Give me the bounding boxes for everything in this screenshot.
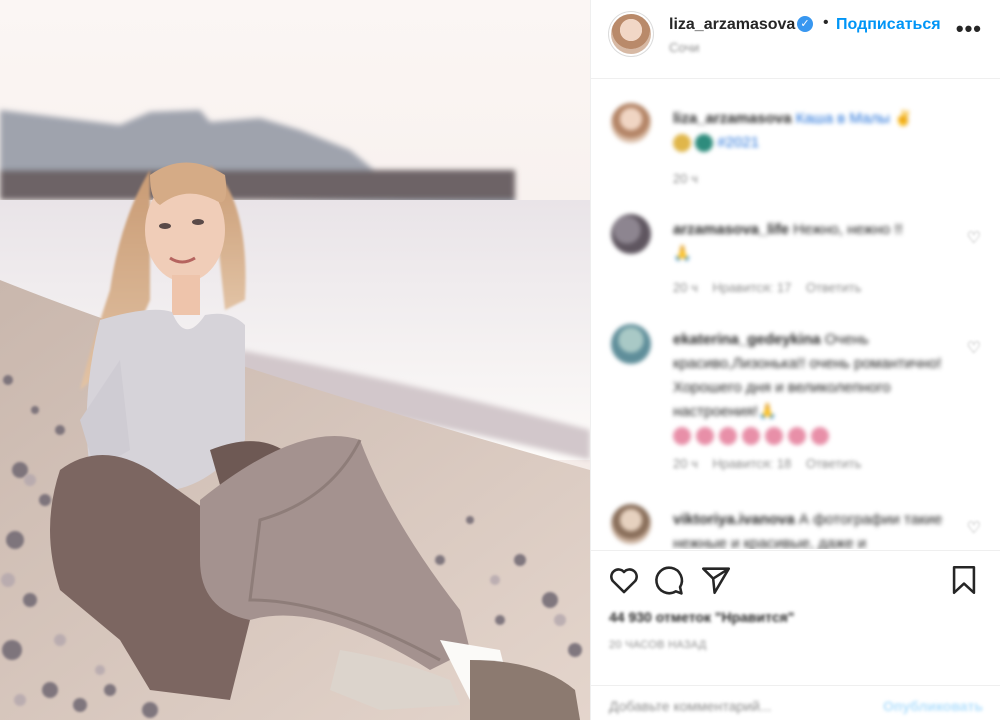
- comment-heart-icon[interactable]: ♡: [967, 228, 981, 248]
- post-header: liza_arzamasova ✓ • Подписаться Сочи •••: [591, 0, 1000, 79]
- comment-body: Каша в Малы ✌: [791, 110, 913, 127]
- comment-text: arzamasova_life Нежно, нежно !! 🙏: [673, 218, 953, 266]
- comment-username[interactable]: viktoriya.ivanova: [673, 511, 795, 528]
- share-icon[interactable]: [699, 563, 733, 597]
- comment-text: ekaterina_gedeykina Очень красиво,Лизонь…: [673, 328, 953, 448]
- comment-time: 20 ч: [673, 280, 698, 295]
- comment-body-line2: 🙏: [673, 245, 692, 262]
- post-photo[interactable]: [0, 0, 590, 720]
- comment-avatar[interactable]: [611, 214, 651, 254]
- comment-icon[interactable]: [651, 563, 685, 597]
- comment-avatar[interactable]: [611, 504, 651, 544]
- follow-button[interactable]: Подписаться: [836, 16, 941, 34]
- comment-input[interactable]: Добавьте комментарий...: [609, 698, 771, 714]
- comment-heart-icon[interactable]: ♡: [967, 518, 981, 538]
- comment-meta: 20 ч Нравится: 17 Ответить: [673, 280, 861, 295]
- comment-heart-icon[interactable]: ♡: [967, 338, 981, 358]
- comment-body: Нежно, нежно !!: [788, 221, 903, 238]
- beach-portrait-image: [0, 0, 590, 720]
- bookmark-icon[interactable]: [947, 563, 981, 597]
- comments-list[interactable]: liza_arzamasova Каша в Малы ✌ #2021 20 ч…: [591, 79, 1000, 549]
- comment-meta: 20 ч Нравится: 18 Ответить: [673, 456, 861, 471]
- comment-like-count[interactable]: Нравится: 17: [712, 280, 791, 295]
- post-side-panel: liza_arzamasova ✓ • Подписаться Сочи •••…: [590, 0, 1000, 720]
- author-avatar[interactable]: [611, 14, 651, 54]
- publish-button[interactable]: Опубликовать: [883, 698, 983, 714]
- separator-dot: •: [823, 14, 829, 31]
- pink-hearts-emoji-row: [673, 424, 953, 448]
- heart-icon[interactable]: [607, 563, 641, 597]
- add-comment-bar: Добавьте комментарий... Опубликовать: [591, 685, 1000, 722]
- comment-avatar[interactable]: [611, 324, 651, 364]
- more-icon[interactable]: •••: [956, 16, 982, 42]
- author-username[interactable]: liza_arzamasova: [669, 16, 795, 34]
- verified-badge-icon: ✓: [797, 16, 813, 32]
- action-icons: [607, 563, 987, 599]
- emoji-icon: [695, 134, 714, 153]
- comment-username[interactable]: ekaterina_gedeykina: [673, 331, 821, 348]
- post-location[interactable]: Сочи: [669, 40, 699, 55]
- comment-like-count[interactable]: Нравится: 18: [712, 456, 791, 471]
- emoji-icon: [673, 134, 691, 153]
- instagram-post-view: liza_arzamasova ✓ • Подписаться Сочи •••…: [0, 0, 1000, 720]
- reply-button[interactable]: Ответить: [806, 280, 862, 295]
- comment-time: 20 ч: [673, 456, 698, 471]
- post-time: 20 ЧАСОВ НАЗАД: [609, 639, 707, 651]
- comment-avatar[interactable]: [611, 103, 651, 143]
- comment-username[interactable]: arzamasova_life: [673, 221, 789, 238]
- comment-username[interactable]: liza_arzamasova: [673, 110, 791, 127]
- post-actions: 44 930 отметок "Нравится" 20 ЧАСОВ НАЗАД…: [591, 550, 1000, 721]
- comment-text: liza_arzamasova Каша в Малы ✌ #2021: [673, 107, 953, 155]
- hashtag-link[interactable]: #2021: [717, 134, 759, 151]
- reply-button[interactable]: Ответить: [806, 456, 862, 471]
- likes-count[interactable]: 44 930 отметок "Нравится": [609, 609, 794, 625]
- comment-time: 20 ч: [673, 171, 698, 186]
- comment-text: viktoriya.ivanova А фотографии такие неж…: [673, 508, 953, 549]
